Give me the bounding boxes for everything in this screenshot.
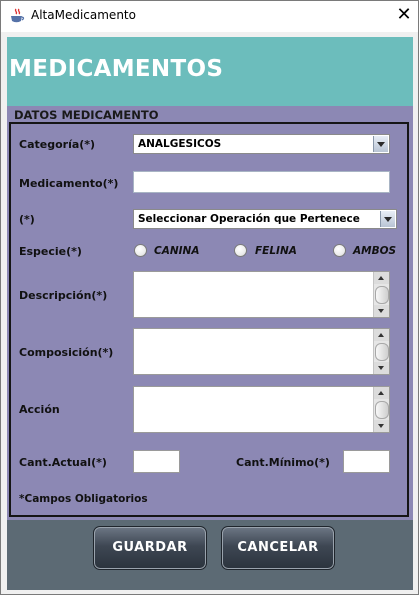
- medicamento-label: Medicamento(*): [19, 177, 119, 190]
- descripcion-label: Descripción(*): [19, 289, 108, 302]
- radio-felina-label[interactable]: FELINA: [255, 245, 297, 257]
- scroll-down-icon[interactable]: [374, 362, 389, 374]
- operacion-label: (*): [19, 213, 35, 226]
- chevron-down-icon[interactable]: [380, 211, 395, 227]
- descripcion-textarea[interactable]: [133, 271, 390, 318]
- categoria-selected: ANALGESICOS: [138, 138, 222, 150]
- radio-ambos[interactable]: [333, 244, 346, 257]
- scroll-up-icon[interactable]: [374, 272, 389, 284]
- composicion-label: Composición(*): [19, 346, 114, 359]
- scroll-down-icon[interactable]: [374, 305, 389, 317]
- especie-label: Especie(*): [19, 245, 82, 258]
- operacion-selected: Seleccionar Operación que Pertenece: [138, 213, 360, 225]
- accion-scrollbar[interactable]: [373, 387, 389, 432]
- cant-actual-input[interactable]: [133, 450, 180, 473]
- scroll-up-icon[interactable]: [374, 387, 389, 399]
- page-title: MEDICAMENTOS: [9, 56, 224, 82]
- categoria-combobox[interactable]: ANALGESICOS: [133, 134, 390, 154]
- medicamento-input[interactable]: [133, 171, 390, 193]
- close-icon[interactable]: ✕: [394, 4, 414, 26]
- required-footnote: *Campos Obligatorios: [19, 493, 148, 505]
- radio-canina[interactable]: [134, 244, 147, 257]
- scroll-thumb[interactable]: [375, 286, 389, 304]
- cant-minimo-label: Cant.Mínimo(*): [236, 456, 330, 469]
- window-title: AltaMedicamento: [31, 8, 136, 22]
- scroll-thumb[interactable]: [375, 343, 389, 361]
- scroll-thumb[interactable]: [375, 401, 389, 419]
- cant-minimo-input[interactable]: [343, 450, 390, 473]
- descripcion-scrollbar[interactable]: [373, 272, 389, 317]
- accion-textarea[interactable]: [133, 386, 390, 433]
- radio-canina-label[interactable]: CANINA: [154, 245, 199, 257]
- scroll-up-icon[interactable]: [374, 329, 389, 341]
- radio-felina[interactable]: [234, 244, 247, 257]
- section-title: DATOS MEDICAMENTO: [14, 108, 159, 122]
- cant-actual-label: Cant.Actual(*): [19, 456, 107, 469]
- cancelar-button[interactable]: CANCELAR: [221, 526, 335, 570]
- chevron-down-icon[interactable]: [373, 136, 388, 152]
- scroll-down-icon[interactable]: [374, 420, 389, 432]
- operacion-combobox[interactable]: Seleccionar Operación que Pertenece: [133, 209, 397, 229]
- composicion-textarea[interactable]: [133, 328, 390, 375]
- java-coffee-cup-icon: [11, 8, 25, 23]
- composicion-scrollbar[interactable]: [373, 329, 389, 374]
- categoria-label: Categoría(*): [19, 138, 96, 151]
- radio-ambos-label[interactable]: AMBOS: [353, 245, 396, 257]
- guardar-button[interactable]: GUARDAR: [93, 526, 207, 570]
- accion-label: Acción: [19, 403, 60, 416]
